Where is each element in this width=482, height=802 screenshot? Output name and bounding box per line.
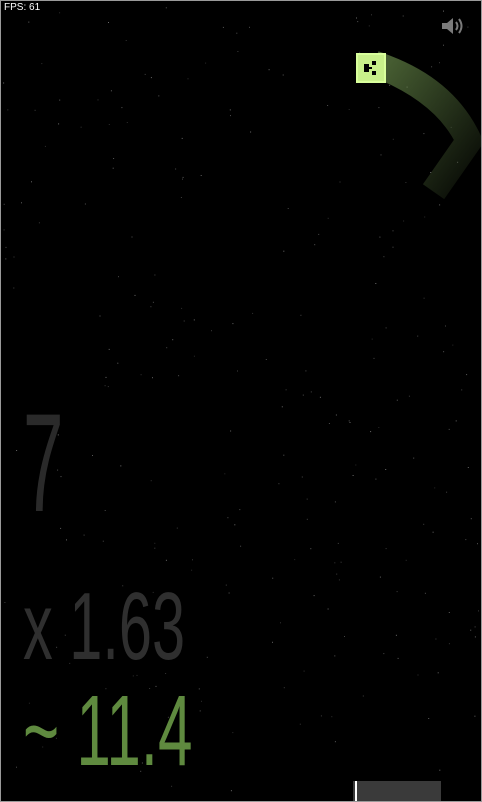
fps-counter: FPS: 61 xyxy=(2,2,43,14)
snake-head xyxy=(356,53,386,83)
game-canvas[interactable]: FPS: 61 7 x 1.63 ~ 11.4 xyxy=(0,0,482,802)
progress-bar xyxy=(353,781,441,801)
speaker-icon xyxy=(442,18,463,34)
score-value: 7 xyxy=(23,384,64,541)
progress-marker xyxy=(354,781,357,801)
multiplier-value: x 1.63 xyxy=(23,573,186,680)
total-value: ~ 11.4 xyxy=(23,675,193,787)
sound-toggle-button[interactable] xyxy=(440,15,466,37)
